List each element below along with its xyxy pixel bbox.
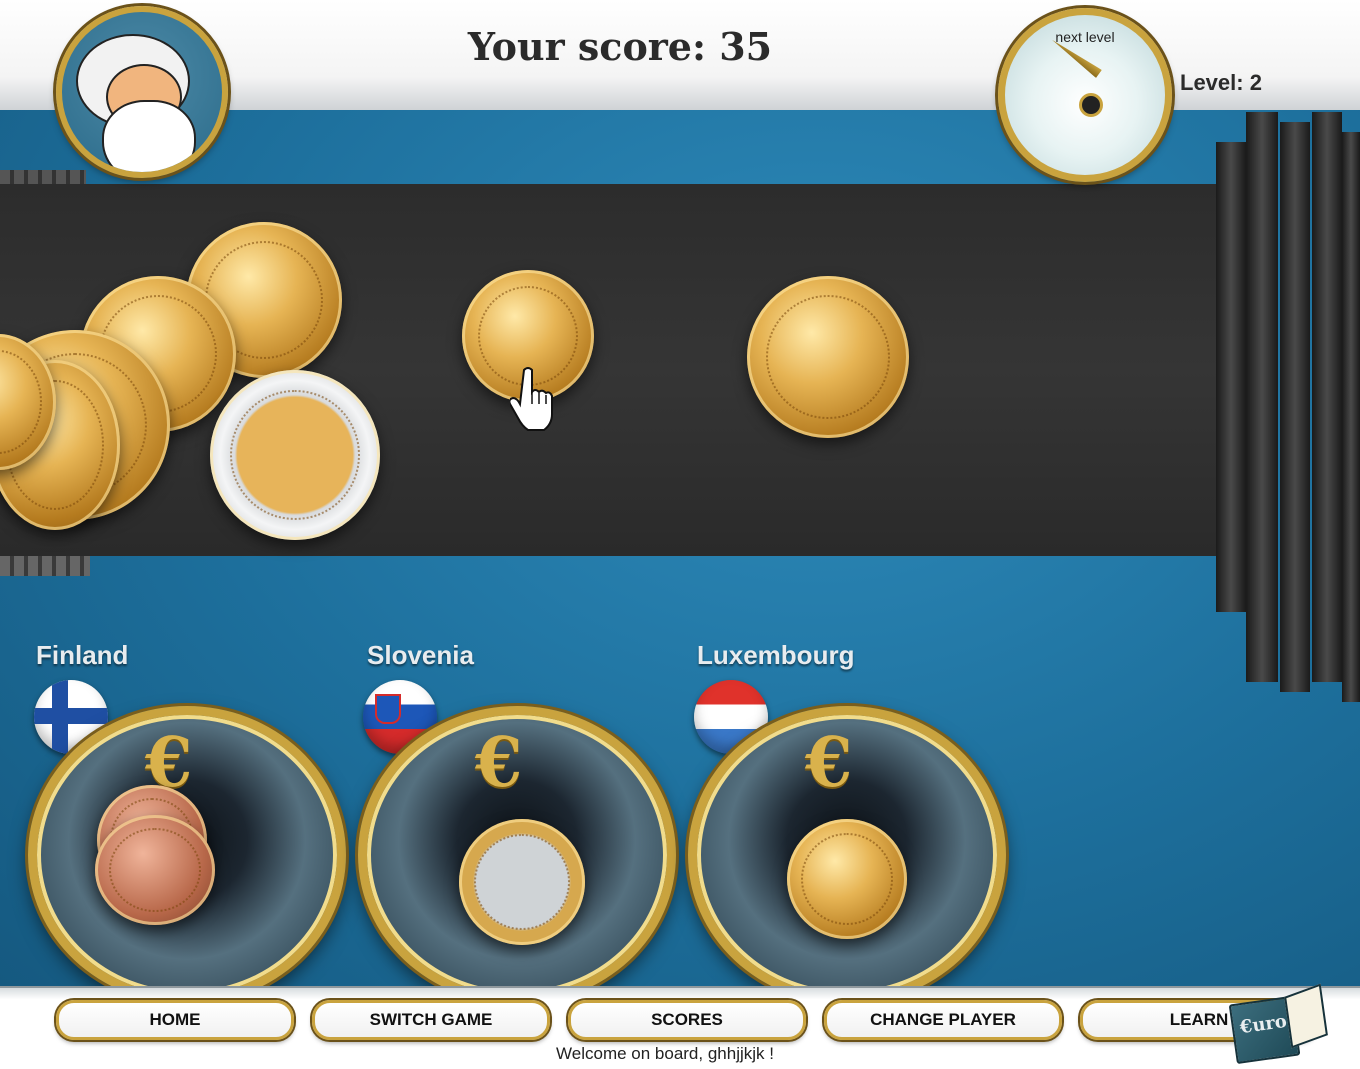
conveyor-gear-bottom	[0, 556, 90, 576]
euro-coin-slovenia	[459, 819, 585, 945]
hand-cursor-icon	[510, 367, 553, 431]
euro-sign-icon: €	[805, 723, 853, 803]
conveyor-machine	[1216, 112, 1360, 702]
score-display: Your score: 35	[467, 24, 773, 69]
euro-sign-icon: €	[475, 723, 523, 803]
euro-coin-finland[interactable]	[747, 276, 909, 438]
next-level-clock: next level	[998, 8, 1172, 182]
scores-button[interactable]: SCORES	[568, 1000, 806, 1040]
welcome-message: Welcome on board, ghhjjkjk !	[556, 1044, 774, 1063]
level-display: Level: 2	[1180, 70, 1262, 95]
switch-game-button[interactable]: SWITCH GAME	[312, 1000, 550, 1040]
home-button[interactable]: HOME	[56, 1000, 294, 1040]
professor-avatar	[56, 6, 228, 178]
clock-hub	[1079, 93, 1103, 117]
book-label: €uro	[1238, 1010, 1289, 1039]
slovenia-coin-slot[interactable]: €	[358, 706, 676, 1004]
country-label-luxembourg: Luxembourg	[697, 640, 855, 670]
euro-cent-coin	[95, 815, 215, 925]
country-label-finland: Finland	[36, 640, 129, 670]
country-label-slovenia: Slovenia	[367, 640, 474, 670]
clock-label: next level	[1055, 29, 1115, 45]
luxembourg-coin-slot[interactable]: €	[688, 706, 1006, 1004]
change-player-button[interactable]: CHANGE PLAYER	[824, 1000, 1062, 1040]
finland-coin-slot[interactable]: €	[28, 706, 346, 1004]
euro-coin-luxembourg	[787, 819, 907, 939]
euro-coin-finland-2[interactable]	[210, 370, 380, 540]
